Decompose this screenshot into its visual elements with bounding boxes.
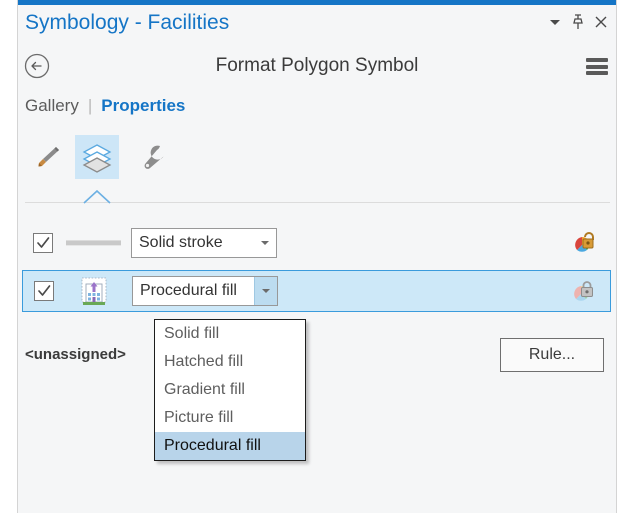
wrench-icon xyxy=(138,142,168,172)
open-padlock xyxy=(583,233,593,248)
symbol-layer-row-stroke[interactable]: Solid stroke xyxy=(22,222,611,264)
window-right-gutter xyxy=(617,0,629,513)
fill-symbol-preview xyxy=(64,276,124,306)
tab-separator: | xyxy=(88,96,92,116)
symbol-tool-toolbar xyxy=(18,133,616,185)
stroke-symbol-preview xyxy=(63,228,123,258)
fill-type-combobox[interactable]: Procedural fill xyxy=(132,276,278,306)
hamburger-bar xyxy=(586,58,608,62)
fill-type-value: Procedural fill xyxy=(133,282,237,300)
symbology-panel: Symbology - Facilities xyxy=(0,0,629,513)
separator-line xyxy=(25,202,610,203)
caret-down-icon xyxy=(550,20,560,25)
paintbrush-icon xyxy=(33,142,63,172)
symbol-brush-tool[interactable] xyxy=(26,135,70,179)
color-unlocked-icon xyxy=(572,230,598,256)
fill-color-locked-button[interactable] xyxy=(571,279,597,305)
dropdown-option-hatched-fill[interactable]: Hatched fill xyxy=(155,348,305,376)
stroke-type-value: Solid stroke xyxy=(132,234,223,252)
dropdown-option-procedural-fill[interactable]: Procedural fill xyxy=(155,432,305,460)
procedural-building-icon xyxy=(76,275,112,307)
titlebar-controls xyxy=(544,10,612,34)
gallery-properties-tabs: Gallery | Properties xyxy=(18,90,616,122)
close-button[interactable] xyxy=(590,10,612,34)
stroke-type-combobox[interactable]: Solid stroke xyxy=(131,228,277,258)
stroke-color-unlocked-button[interactable] xyxy=(572,230,598,256)
fill-type-dropdown-arrow[interactable] xyxy=(254,277,277,305)
panel-right-border xyxy=(616,0,617,513)
stroke-type-dropdown-arrow[interactable] xyxy=(254,229,276,257)
rule-assignment-row: <unassigned> Rule... xyxy=(18,336,616,376)
chevron-down-icon xyxy=(261,241,269,245)
panel-titlebar: Symbology - Facilities xyxy=(18,5,616,45)
symbol-structure-tool[interactable] xyxy=(131,135,175,179)
chevron-down-icon xyxy=(262,289,270,293)
fill-layer-checkbox[interactable] xyxy=(34,281,54,301)
stroke-layer-checkbox[interactable] xyxy=(33,233,53,253)
page-title: Format Polygon Symbol xyxy=(18,55,616,77)
symbol-layer-row-fill[interactable]: Procedural fill xyxy=(22,270,611,312)
panel-body: Symbology - Facilities xyxy=(18,0,616,513)
close-icon xyxy=(594,15,608,29)
solid-line-preview xyxy=(66,240,121,246)
rule-button[interactable]: Rule... xyxy=(500,338,604,372)
layers-icon xyxy=(80,141,114,173)
window-left-gutter xyxy=(0,0,17,513)
symbol-layer-list: Solid stroke xyxy=(18,218,616,513)
pin-icon xyxy=(571,14,585,30)
hamburger-bar xyxy=(586,65,608,69)
closed-padlock xyxy=(582,282,593,297)
dropdown-option-picture-fill[interactable]: Picture fill xyxy=(155,404,305,432)
checkmark-icon xyxy=(35,235,51,251)
format-header: Format Polygon Symbol xyxy=(18,47,616,87)
checkmark-icon xyxy=(36,283,52,299)
dropdown-option-gradient-fill[interactable]: Gradient fill xyxy=(155,376,305,404)
symbol-layers-tool[interactable] xyxy=(75,135,119,179)
pin-button[interactable] xyxy=(567,10,589,34)
tab-properties[interactable]: Properties xyxy=(101,96,185,116)
unassigned-label: <unassigned> xyxy=(25,346,126,363)
menu-button[interactable] xyxy=(586,58,608,75)
fill-type-dropdown-list: Solid fill Hatched fill Gradient fill Pi… xyxy=(154,319,306,461)
color-locked-icon xyxy=(571,279,597,305)
toolbar-separator xyxy=(18,188,616,208)
dropdown-option-solid-fill[interactable]: Solid fill xyxy=(155,320,305,348)
tab-gallery[interactable]: Gallery xyxy=(25,96,79,116)
hamburger-bar xyxy=(586,71,608,75)
dropdown-menu-button[interactable] xyxy=(544,10,566,34)
selected-tool-chevron-icon xyxy=(82,190,112,204)
panel-title: Symbology - Facilities xyxy=(25,11,229,35)
